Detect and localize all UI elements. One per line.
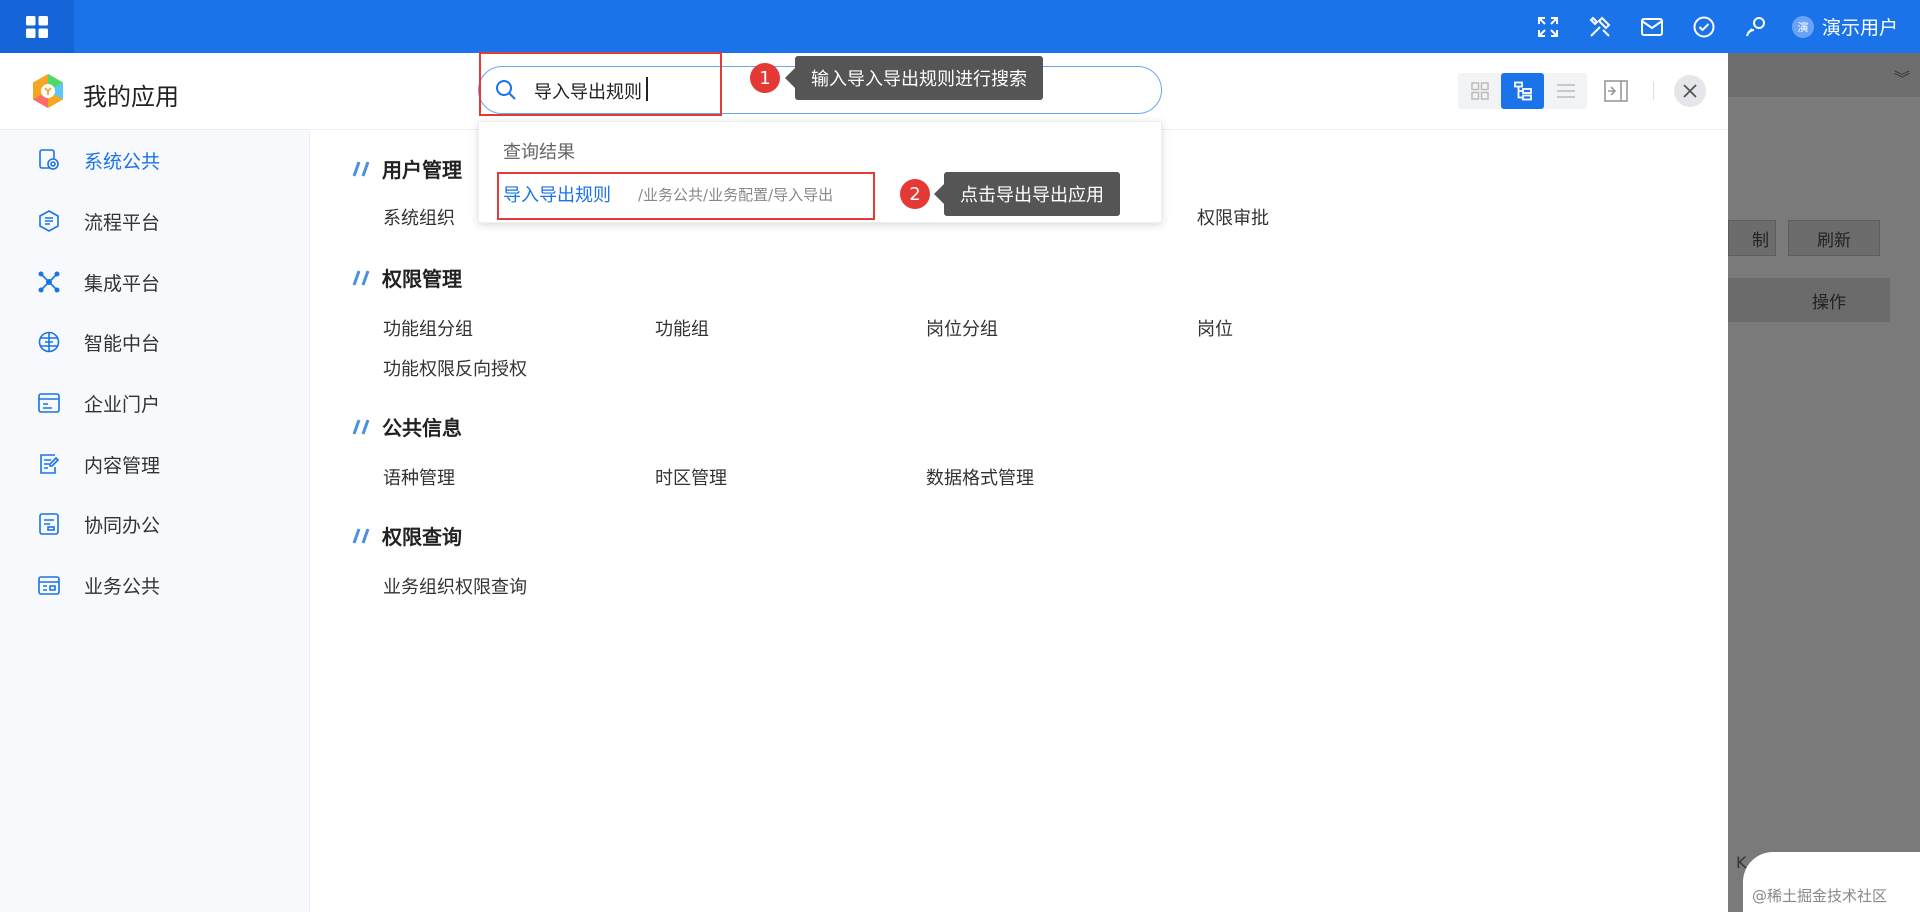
sidebar: 系统公共 流程平台 集成平台 智能中台 企业门户 内容管理 协同办公 业务公共 — [0, 130, 310, 912]
sidebar-item-business-common[interactable]: 业务公共 — [0, 563, 310, 607]
sidebar-item-label: 协同办公 — [84, 514, 161, 537]
annotation-highlight-search — [479, 52, 722, 116]
settings-gear-icon — [39, 149, 59, 170]
copy-button: 制 — [1728, 220, 1776, 256]
user-menu[interactable]: 演 演示用户 — [1791, 13, 1898, 40]
tools-button[interactable] — [1574, 0, 1626, 53]
mail-button[interactable] — [1626, 0, 1678, 53]
page-title: 我的应用 — [83, 83, 179, 111]
sidebar-item-label: 业务公共 — [84, 575, 161, 598]
process-icon — [39, 210, 59, 232]
app-link-reverse-authorization[interactable]: 功能权限反向授权 — [383, 355, 527, 381]
app-link-function-group-category[interactable]: 功能组分组 — [383, 315, 473, 341]
user-search-button[interactable] — [1730, 0, 1782, 53]
fullscreen-icon — [1537, 16, 1558, 37]
check-circle-icon — [1693, 16, 1715, 37]
search-results-heading: 查询结果 — [503, 142, 575, 163]
sidebar-item-label: 企业门户 — [84, 393, 161, 416]
list-view-icon — [1556, 84, 1575, 98]
sidebar-item-label: 流程平台 — [84, 211, 161, 234]
app-link-business-org-permission-query[interactable]: 业务组织权限查询 — [383, 573, 527, 599]
top-icon-group: 演 演示用户 — [1522, 0, 1898, 53]
user-name: 演示用户 — [1821, 17, 1898, 39]
annotation-highlight-result — [497, 172, 875, 220]
watermark-text: @稀土掘金技术社区 — [1752, 887, 1888, 905]
top-bar: 演 演示用户 — [0, 0, 1920, 53]
app-link-timezone-management[interactable]: 时区管理 — [655, 464, 727, 490]
chevron-double-down-icon: ︾ — [1893, 69, 1910, 88]
sidebar-item-label: 智能中台 — [84, 332, 161, 355]
sidebar-item-collaborative-office[interactable]: 协同办公 — [0, 502, 310, 546]
sidebar-item-label: 系统公共 — [84, 150, 161, 173]
collapse-panel-button[interactable] — [1603, 78, 1629, 104]
header-divider — [1653, 82, 1654, 100]
sidebar-item-label: 集成平台 — [84, 272, 161, 295]
sidebar-item-system-common[interactable]: 系统公共 — [0, 138, 310, 182]
table-header-actions: 操作 — [1728, 278, 1890, 322]
app-grid-icon — [26, 15, 48, 38]
app-link-permission-approval[interactable]: 权限审批 — [1197, 204, 1269, 230]
grid-view-icon — [1470, 82, 1489, 100]
sidebar-item-intelligence-center[interactable]: 智能中台 — [0, 320, 310, 364]
app-grid-button[interactable] — [0, 0, 74, 53]
fullscreen-button[interactable] — [1522, 0, 1574, 53]
section-title-user-management: 用户管理 — [352, 154, 462, 183]
content-edit-icon — [40, 454, 60, 474]
background-page: ︾ 制 刷新 操作 K — [1728, 53, 1920, 912]
mail-icon — [1640, 17, 1663, 36]
sidebar-item-content-management[interactable]: 内容管理 — [0, 442, 310, 486]
intelligence-icon — [38, 331, 60, 353]
annotation-step2-badge: 2 — [900, 179, 930, 209]
view-mode-switch — [1458, 73, 1587, 109]
check-button[interactable] — [1678, 0, 1730, 53]
avatar: 演 — [1791, 15, 1814, 38]
background-tabbar: ︾ — [1728, 53, 1920, 97]
collapse-right-icon — [1604, 80, 1628, 102]
sidebar-item-enterprise-portal[interactable]: 企业门户 — [0, 381, 310, 425]
tree-view-icon — [1513, 81, 1532, 101]
annotation-step2-tooltip: 点击导出导出应用 — [934, 172, 1120, 216]
list-view-button[interactable] — [1544, 73, 1587, 109]
integration-icon — [38, 271, 60, 293]
tools-icon — [1589, 16, 1611, 37]
business-icon — [38, 576, 60, 595]
app-content: 用户管理 系统组织 权限审批 权限管理 功能组分组 功能组 岗位分组 岗位 功能… — [310, 130, 1728, 912]
section-slash-icon — [352, 527, 370, 544]
section-slash-icon — [352, 160, 370, 177]
section-title-public-info: 公共信息 — [352, 412, 462, 441]
close-icon — [1683, 84, 1697, 98]
user-search-icon — [1746, 16, 1765, 36]
annotation-step1-tooltip: 输入导入导出规则进行搜索 — [785, 56, 1043, 100]
close-button[interactable] — [1674, 75, 1706, 107]
sidebar-item-label: 内容管理 — [84, 454, 161, 477]
office-doc-icon — [39, 513, 59, 535]
tree-view-button[interactable] — [1501, 73, 1544, 109]
app-link-function-group[interactable]: 功能组 — [655, 315, 709, 341]
section-slash-icon — [352, 269, 370, 286]
app-link-data-format-management[interactable]: 数据格式管理 — [926, 464, 1034, 490]
app-link-position[interactable]: 岗位 — [1197, 315, 1233, 341]
section-title-permission-query: 权限查询 — [352, 521, 462, 550]
sidebar-item-integration-platform[interactable]: 集成平台 — [0, 260, 310, 304]
refresh-button: 刷新 — [1788, 220, 1880, 256]
portal-icon — [38, 393, 60, 413]
app-logo-icon — [33, 74, 63, 108]
background-card — [1728, 97, 1920, 171]
annotation-step1-badge: 1 — [750, 63, 780, 93]
grid-view-button[interactable] — [1458, 73, 1501, 109]
app-link-position-group[interactable]: 岗位分组 — [926, 315, 998, 341]
sidebar-item-process-platform[interactable]: 流程平台 — [0, 199, 310, 243]
app-link-system-org[interactable]: 系统组织 — [383, 204, 455, 230]
section-title-permission-management: 权限管理 — [352, 263, 462, 292]
app-link-language-management[interactable]: 语种管理 — [383, 464, 455, 490]
section-slash-icon — [352, 418, 370, 435]
